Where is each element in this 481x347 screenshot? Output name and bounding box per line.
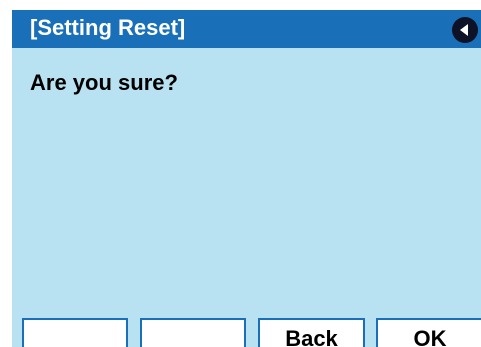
ok-softkey[interactable]: OK [376, 318, 481, 347]
back-arrow-button[interactable] [452, 17, 478, 43]
screen-title: [Setting Reset] [30, 15, 186, 40]
softkey-1[interactable] [22, 318, 128, 347]
softkey-2[interactable] [140, 318, 246, 347]
triangle-left-icon [460, 24, 468, 36]
title-bar: [Setting Reset] [12, 10, 481, 48]
confirmation-message: Are you sure? [30, 70, 178, 95]
phone-screen: [Setting Reset] Are you sure? Back OK [12, 10, 481, 347]
back-softkey[interactable]: Back [258, 318, 365, 347]
